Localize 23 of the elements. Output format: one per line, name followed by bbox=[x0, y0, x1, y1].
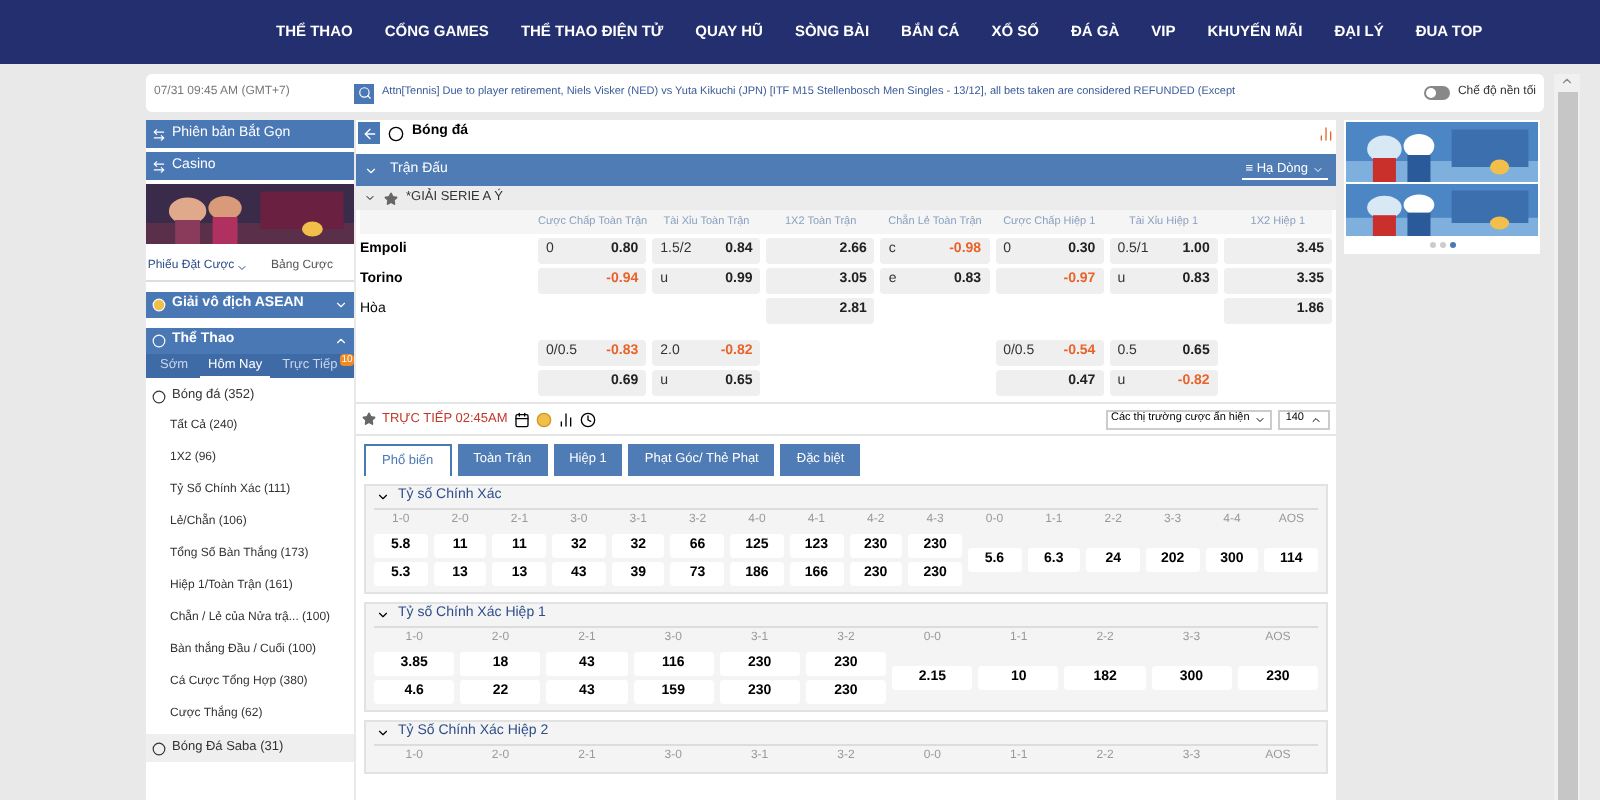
stats-icon[interactable] bbox=[557, 411, 574, 427]
chevron-icon bbox=[364, 163, 378, 177]
odds-icon bbox=[1318, 125, 1334, 141]
caret-icon bbox=[1310, 413, 1322, 425]
chevron-icon bbox=[334, 298, 348, 312]
caret-icon bbox=[1312, 163, 1324, 175]
back-button[interactable] bbox=[358, 122, 380, 144]
scroll-bar[interactable] bbox=[1554, 74, 1580, 800]
swap-icon bbox=[152, 127, 166, 141]
caret-icon bbox=[236, 261, 249, 273]
chevron-icon bbox=[364, 192, 376, 204]
clock-icon[interactable] bbox=[579, 411, 596, 427]
chevron-icon bbox=[334, 334, 348, 348]
calendar-icon[interactable] bbox=[513, 411, 530, 427]
chevron-button[interactable] bbox=[374, 489, 390, 505]
search-button[interactable] bbox=[354, 83, 374, 103]
swap-icon bbox=[152, 159, 166, 173]
caret-icon bbox=[1253, 413, 1266, 425]
star-icon bbox=[384, 191, 398, 205]
chevron-button[interactable] bbox=[374, 607, 390, 623]
star-icon bbox=[362, 412, 376, 426]
dark-mode-toggle[interactable] bbox=[1423, 86, 1450, 100]
chevron-button[interactable] bbox=[374, 725, 390, 741]
